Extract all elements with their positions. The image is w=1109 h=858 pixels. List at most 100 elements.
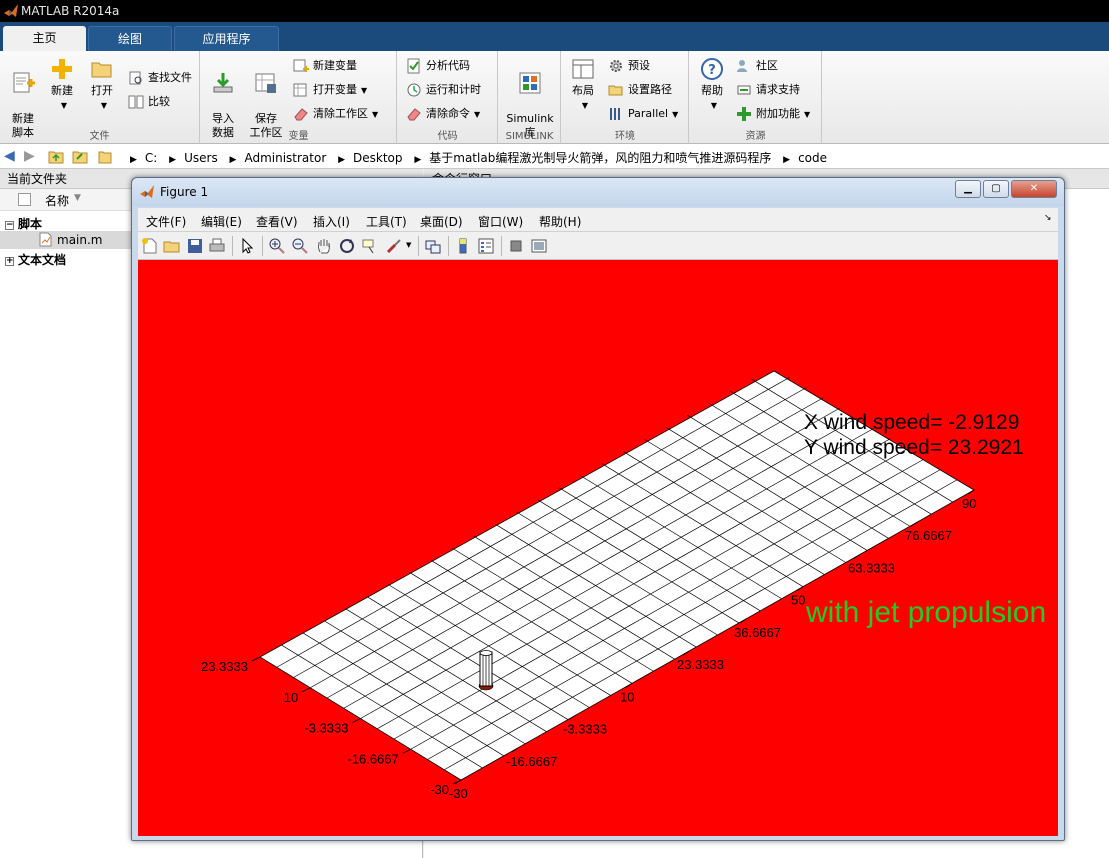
breadcrumb-item[interactable]: Administrator bbox=[244, 151, 326, 165]
breadcrumb-item[interactable]: code bbox=[798, 151, 827, 165]
folder-icon bbox=[98, 151, 112, 164]
chevron-down-icon[interactable]: ▼ bbox=[406, 241, 411, 249]
chevron-down-icon: ▼ bbox=[361, 86, 368, 95]
parallel-button[interactable]: Parallel ▼ bbox=[608, 105, 678, 123]
back-arrow-icon[interactable]: ◀ bbox=[4, 148, 15, 164]
x-tick-label: 76.6667 bbox=[905, 528, 952, 543]
clear-commands-button[interactable]: 清除命令 ▼ bbox=[406, 105, 480, 123]
expand-icon[interactable]: + bbox=[5, 257, 14, 266]
dock-arrow-icon[interactable]: ↘ bbox=[1044, 213, 1052, 223]
toolbar-separator bbox=[448, 236, 449, 256]
forward-arrow-icon[interactable]: ▶ bbox=[24, 148, 35, 164]
app-title: MATLAB R2014a bbox=[21, 4, 120, 18]
file-name: main.m bbox=[57, 233, 103, 247]
preferences-button[interactable]: 预设 bbox=[608, 57, 650, 75]
breadcrumb-item[interactable]: C: bbox=[145, 151, 157, 165]
x-tick-label: -30 bbox=[449, 786, 468, 801]
figure-canvas[interactable]: -30 -16.6667 -3.3333 10 23.3333 36.6667 50 63.3… bbox=[138, 260, 1058, 836]
tab-home[interactable]: 主页 bbox=[3, 26, 86, 51]
tab-apps[interactable]: 应用程序 bbox=[174, 26, 279, 51]
breadcrumb-item[interactable]: Users bbox=[184, 151, 218, 165]
menu-insert[interactable]: 插入(I) bbox=[313, 213, 350, 230]
toolbar-separator bbox=[232, 236, 233, 256]
maximize-button[interactable]: ▢ bbox=[983, 180, 1009, 198]
sort-arrow-icon: ▼ bbox=[74, 193, 81, 203]
colorbar-icon[interactable] bbox=[454, 237, 472, 255]
rotate-3d-icon[interactable] bbox=[338, 237, 356, 255]
compare-button[interactable]: 比较 bbox=[128, 93, 170, 111]
set-path-button[interactable]: 设置路径 bbox=[608, 81, 672, 99]
tab-plots[interactable]: 绘图 bbox=[88, 26, 172, 51]
tree-group-scripts[interactable]: − 脚本 bbox=[5, 215, 42, 232]
new-variable-button[interactable]: 新建变量 bbox=[293, 57, 357, 75]
brush-icon[interactable] bbox=[385, 237, 403, 255]
open-variable-button[interactable]: 打开变量 ▼ bbox=[293, 81, 367, 99]
y-tick-label: -30 bbox=[430, 782, 449, 797]
tree-group-text-documents[interactable]: + 文本文档 bbox=[5, 251, 66, 268]
pan-hand-icon[interactable] bbox=[315, 237, 333, 255]
surface-plot[interactable]: -30 -16.6667 -3.3333 10 23.3333 36.6667 50 63.3… bbox=[138, 260, 1058, 836]
chevron-down-icon: ▼ bbox=[672, 110, 679, 119]
minimize-button[interactable]: ▁ bbox=[955, 180, 981, 198]
y-tick-mark bbox=[352, 718, 361, 723]
add-ons-button[interactable]: 附加功能 ▼ bbox=[736, 105, 810, 123]
breadcrumb-separator-icon: ▶ bbox=[783, 155, 791, 165]
request-support-button[interactable]: 请求支持 bbox=[736, 81, 800, 99]
section-label-resources: 资源 bbox=[745, 131, 766, 142]
help-button[interactable]: ? 帮助 ▼ bbox=[696, 57, 728, 113]
section-label-variable: 变量 bbox=[288, 131, 309, 142]
open-button[interactable]: 打开 ▼ bbox=[86, 57, 118, 113]
browse-folder-icon[interactable] bbox=[72, 149, 88, 164]
zoom-in-icon[interactable] bbox=[268, 237, 286, 255]
menu-desktop[interactable]: 桌面(D) bbox=[420, 213, 463, 230]
layout-button[interactable]: 布局 ▼ bbox=[566, 57, 600, 113]
add-ons-icon bbox=[737, 107, 751, 121]
ribbon-section-simulink: Simulink 库 SIMULINK bbox=[499, 51, 561, 144]
toolbar-separator bbox=[262, 236, 263, 256]
show-plot-tools-icon[interactable] bbox=[530, 237, 548, 255]
zoom-out-icon[interactable] bbox=[291, 237, 309, 255]
hide-plot-tools-icon[interactable] bbox=[507, 237, 525, 255]
ribbon-section-environment: 布局 ▼ 预设 设置路径 Parallel ▼ 环境 bbox=[562, 51, 689, 144]
new-button[interactable]: 新建 ▼ bbox=[46, 57, 78, 113]
collapse-icon[interactable]: − bbox=[5, 221, 14, 230]
data-cursor-icon[interactable] bbox=[361, 237, 379, 255]
toolbar-separator bbox=[418, 236, 419, 256]
cursor-icon[interactable] bbox=[238, 237, 256, 255]
figure-titlebar[interactable]: Figure 1 ▁ ▢ ✕ bbox=[132, 178, 1064, 206]
find-files-button[interactable]: 查找文件 bbox=[128, 69, 192, 87]
clear-workspace-button[interactable]: 清除工作区 ▼ bbox=[293, 105, 378, 123]
new-figure-icon[interactable] bbox=[141, 237, 159, 255]
x-tick-label: 23.3333 bbox=[677, 657, 724, 672]
menu-window[interactable]: 窗口(W) bbox=[478, 213, 523, 230]
select-all-checkbox[interactable] bbox=[18, 193, 31, 206]
simulink-library-icon bbox=[519, 72, 541, 94]
chevron-down-icon: ▼ bbox=[710, 101, 718, 110]
save-icon[interactable] bbox=[186, 237, 204, 255]
chevron-down-icon: ▼ bbox=[100, 101, 108, 110]
open-file-icon[interactable] bbox=[163, 237, 181, 255]
legend-icon[interactable] bbox=[477, 237, 495, 255]
breadcrumb-item[interactable]: 基于matlab编程激光制导火箭弹，风的阻力和喷气推进源码程序 bbox=[429, 149, 771, 166]
ribbon-section-variable: 导入 数据 保存 工作区 新建变量 打开变量 ▼ 清除工作区 ▼ 变量 bbox=[201, 51, 397, 144]
link-plot-icon[interactable] bbox=[424, 237, 442, 255]
menu-file[interactable]: 文件(F) bbox=[146, 213, 186, 230]
m-file-icon bbox=[39, 232, 52, 247]
help-icon: ? bbox=[701, 58, 723, 80]
breadcrumb-item[interactable]: Desktop bbox=[353, 151, 403, 165]
community-button[interactable]: 社区 bbox=[736, 57, 778, 75]
menu-tools[interactable]: 工具(T) bbox=[366, 213, 407, 230]
simulink-library-button[interactable]: Simulink 库 bbox=[503, 57, 557, 140]
close-button[interactable]: ✕ bbox=[1011, 180, 1057, 198]
menu-view[interactable]: 查看(V) bbox=[256, 213, 298, 230]
up-folder-icon[interactable] bbox=[48, 149, 64, 164]
eraser-icon bbox=[294, 108, 308, 121]
run-and-time-button[interactable]: 运行和计时 bbox=[406, 81, 481, 99]
analyze-code-button[interactable]: 分析代码 bbox=[406, 57, 470, 75]
figure-menubar: 文件(F) 编辑(E) 查看(V) 插入(I) 工具(T) 桌面(D) 窗口(W… bbox=[138, 208, 1058, 232]
analyze-code-icon bbox=[407, 58, 420, 74]
print-icon[interactable] bbox=[208, 237, 226, 255]
column-header-name[interactable]: 名称 bbox=[45, 192, 69, 209]
menu-help[interactable]: 帮助(H) bbox=[539, 213, 581, 230]
menu-edit[interactable]: 编辑(E) bbox=[201, 213, 242, 230]
